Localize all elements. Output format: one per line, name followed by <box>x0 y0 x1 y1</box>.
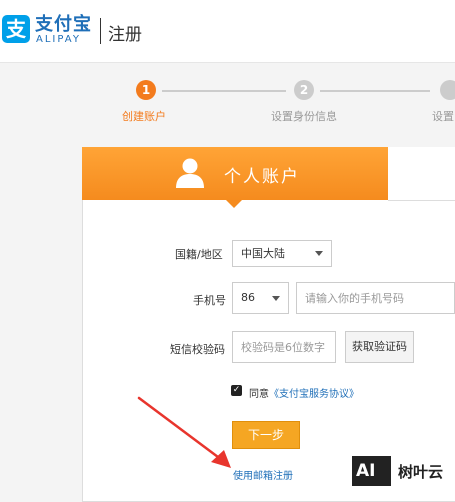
step-3-number <box>440 80 455 100</box>
email-register-link[interactable]: 使用邮箱注册 <box>233 467 293 482</box>
step-1-label: 创建账户 <box>122 110 166 123</box>
nationality-value: 中国大陆 <box>241 247 285 260</box>
service-agreement-link[interactable]: 《支付宝服务协议》 <box>269 389 359 400</box>
country-code-value: 86 <box>241 291 255 304</box>
alipay-logo-icon[interactable]: 支 <box>2 15 30 43</box>
header-divider <box>100 18 101 44</box>
watermark-text: 树叶云 <box>398 463 444 481</box>
user-icon <box>176 158 204 188</box>
step-3-label: 设置 <box>432 110 454 123</box>
next-step-button[interactable]: 下一步 <box>232 421 300 449</box>
agree-text: 同意《支付宝服务协议》 <box>249 385 359 400</box>
country-code-select[interactable]: 86 <box>232 282 289 314</box>
sms-code-label: 短信校验码 <box>170 343 225 356</box>
get-code-button[interactable]: 获取验证码 <box>345 331 414 363</box>
step-connector <box>162 90 286 92</box>
step-2-number: 2 <box>294 80 314 100</box>
chevron-down-icon <box>315 251 323 256</box>
step-connector <box>320 90 430 92</box>
logo-english-name[interactable]: ALIPAY <box>36 34 81 45</box>
step-1-number: 1 <box>136 80 156 100</box>
logo-chinese-name[interactable]: 支付宝 <box>35 10 92 36</box>
tab-enterprise-account[interactable] <box>388 147 455 201</box>
nationality-label: 国籍/地区 <box>175 248 223 261</box>
page-title: 注册 <box>108 25 142 45</box>
chevron-down-icon <box>272 296 280 301</box>
sms-code-input[interactable] <box>232 331 336 363</box>
tab-personal-label: 个人账户 <box>224 167 300 187</box>
phone-label: 手机号 <box>193 294 226 307</box>
nationality-select[interactable]: 中国大陆 <box>232 240 332 267</box>
agree-checkbox[interactable]: ✓ <box>231 385 242 396</box>
active-tab-pointer <box>225 199 243 208</box>
watermark-logo: AI <box>352 456 391 486</box>
site-header: 支 支付宝 ALIPAY 注册 <box>0 0 455 63</box>
agree-prefix: 同意 <box>249 389 269 400</box>
phone-input[interactable] <box>296 282 455 314</box>
step-2-label: 设置身份信息 <box>271 110 337 123</box>
registration-steps: 1 2 创建账户 设置身份信息 设置 <box>0 78 455 128</box>
